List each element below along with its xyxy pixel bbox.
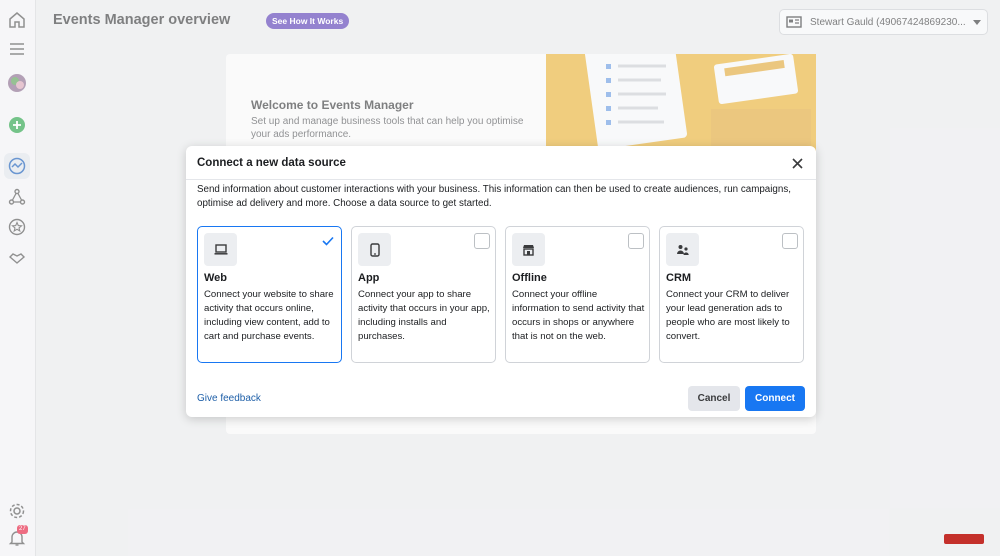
close-button[interactable] (790, 156, 804, 170)
cancel-button[interactable]: Cancel (688, 386, 740, 411)
data-source-card-offline[interactable]: Offline Connect your offline information… (505, 226, 650, 363)
offline-checkbox[interactable] (628, 233, 644, 249)
dialog-title: Connect a new data source (197, 157, 346, 169)
connect-button[interactable]: Connect (745, 386, 805, 411)
video-subscribe-watermark (944, 534, 984, 544)
checkmark-icon (322, 236, 334, 246)
dialog-divider (186, 179, 816, 180)
laptop-icon (204, 233, 237, 266)
card-title: CRM (666, 272, 692, 284)
card-description: Connect your website to share activity t… (204, 289, 334, 342)
web-checkbox[interactable] (320, 233, 336, 249)
app-checkbox[interactable] (474, 233, 490, 249)
people-icon (666, 233, 699, 266)
close-icon (791, 157, 803, 169)
data-source-card-app[interactable]: App Connect your app to share activity t… (351, 226, 496, 363)
crm-checkbox[interactable] (782, 233, 798, 249)
card-description: Connect your app to share activity that … (358, 289, 490, 342)
dialog-description: Send information about customer interact… (197, 184, 791, 209)
connect-data-source-dialog: Connect a new data source Send informati… (186, 146, 816, 417)
card-title: App (358, 272, 380, 284)
phone-icon (358, 233, 391, 266)
store-icon (512, 233, 545, 266)
card-description: Connect your CRM to deliver your lead ge… (666, 289, 790, 342)
card-description: Connect your offline information to send… (512, 289, 645, 342)
card-title: Web (204, 272, 228, 284)
card-title: Offline (512, 272, 547, 284)
data-source-card-crm[interactable]: CRM Connect your CRM to deliver your lea… (659, 226, 804, 363)
data-source-card-web[interactable]: Web Connect your website to share activi… (197, 226, 342, 363)
give-feedback-link[interactable]: Give feedback (197, 393, 261, 404)
